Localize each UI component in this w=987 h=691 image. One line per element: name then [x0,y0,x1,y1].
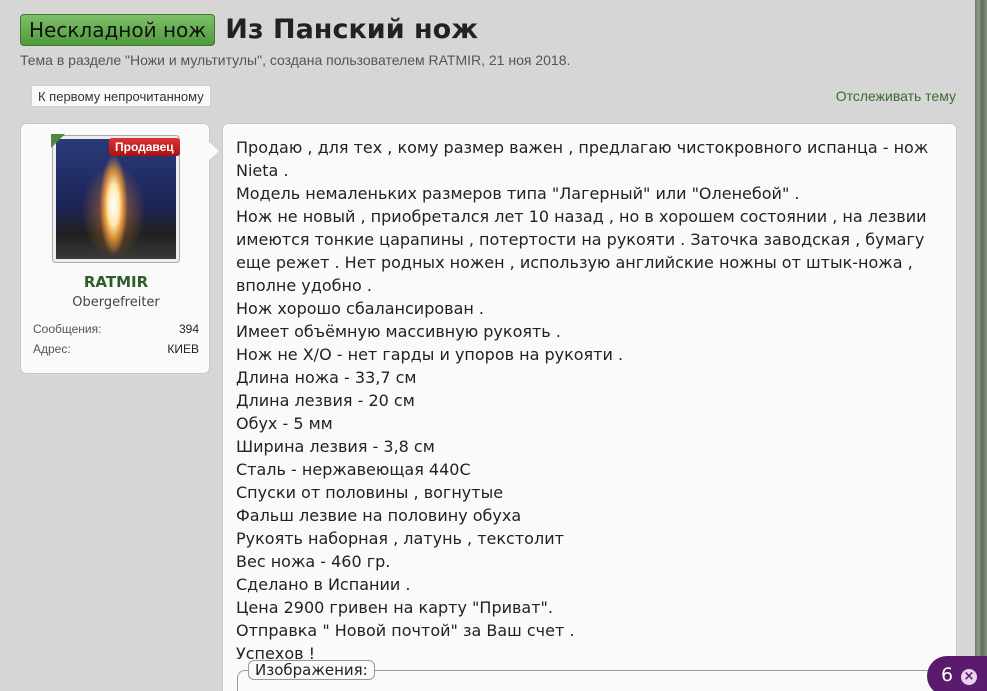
attachments-label: Изображения: [248,660,375,680]
seller-badge: Продавец [109,138,180,156]
stat-label: Сообщения: [33,322,102,336]
post-line: Длина ножа - 33,7 см [236,368,417,387]
stat-location: Адрес: КИЕВ [33,342,199,356]
post-line: Отправка " Новой почтой" за Ваш счет . [236,621,575,640]
username-link[interactable]: RATMIR [21,273,211,291]
post-line: Рукоять наборная , латунь , текстолит [236,529,564,548]
post-content: Продаю , для тех , кому размер важен , п… [222,123,957,691]
stat-value: КИЕВ [167,342,199,356]
post-line: Обух - 5 мм [236,414,333,433]
stat-value[interactable]: 394 [179,322,199,336]
close-icon[interactable]: × [961,669,977,685]
post-line: Длина лезвия - 20 см [236,391,415,410]
watch-thread-link[interactable]: Отслеживать тему [836,88,956,104]
user-info-card: Продавец RATMIR Obergefreiter Сообщения:… [20,123,219,374]
post-line: Имеет объёмную массивную рукоять . [236,322,561,341]
post-line: Вес ножа - 460 гр. [236,552,391,571]
thread-title: Из Панский нож [225,14,479,45]
post-line: Ширина лезвия - 3,8 см [236,437,435,456]
post-line: Модель немаленьких размеров типа "Лагерн… [236,184,800,203]
stat-label: Адрес: [33,342,71,356]
stat-messages: Сообщения: 394 [33,322,199,336]
corner-flag-icon [51,134,65,148]
thread-prefix-tag[interactable]: Нескладной нож [20,14,216,46]
post-line: Сделано в Испании . [236,575,411,594]
avatar-image[interactable] [56,139,176,259]
post-line: Нож хорошо сбалансирован . [236,299,485,318]
user-title: Obergefreiter [72,295,160,310]
post-message-body: Продаю , для тех , кому размер важен , п… [236,136,946,665]
post-line: Нож не новый , приобретался лет 10 назад… [236,207,927,295]
post-line: Спуски от половины , вогнутые [236,483,504,502]
post-line: Цена 2900 гривен на карту "Приват". [236,598,553,617]
post-line: Продаю , для тех , кому размер важен , п… [236,138,929,180]
thread-meta: Тема в разделе "Ножи и мультитулы", созд… [20,52,571,68]
card-pointer-arrow [209,142,219,160]
notification-bubble[interactable]: 6 × [927,656,987,691]
first-unread-button[interactable]: К первому непрочитанному [31,85,211,107]
page-edge-background [975,0,987,691]
post-line: Нож не Х/О - нет гарды и упоров на рукоя… [236,345,624,364]
thread-header: Нескладной нож Из Панский нож [20,14,478,46]
attachments-fieldset: Изображения: [237,660,957,691]
notification-count[interactable]: 6 [941,664,953,686]
post-line: Сталь - нержавеющая 440С [236,460,471,479]
post-line: Фальш лезвие на половину обуха [236,506,522,525]
